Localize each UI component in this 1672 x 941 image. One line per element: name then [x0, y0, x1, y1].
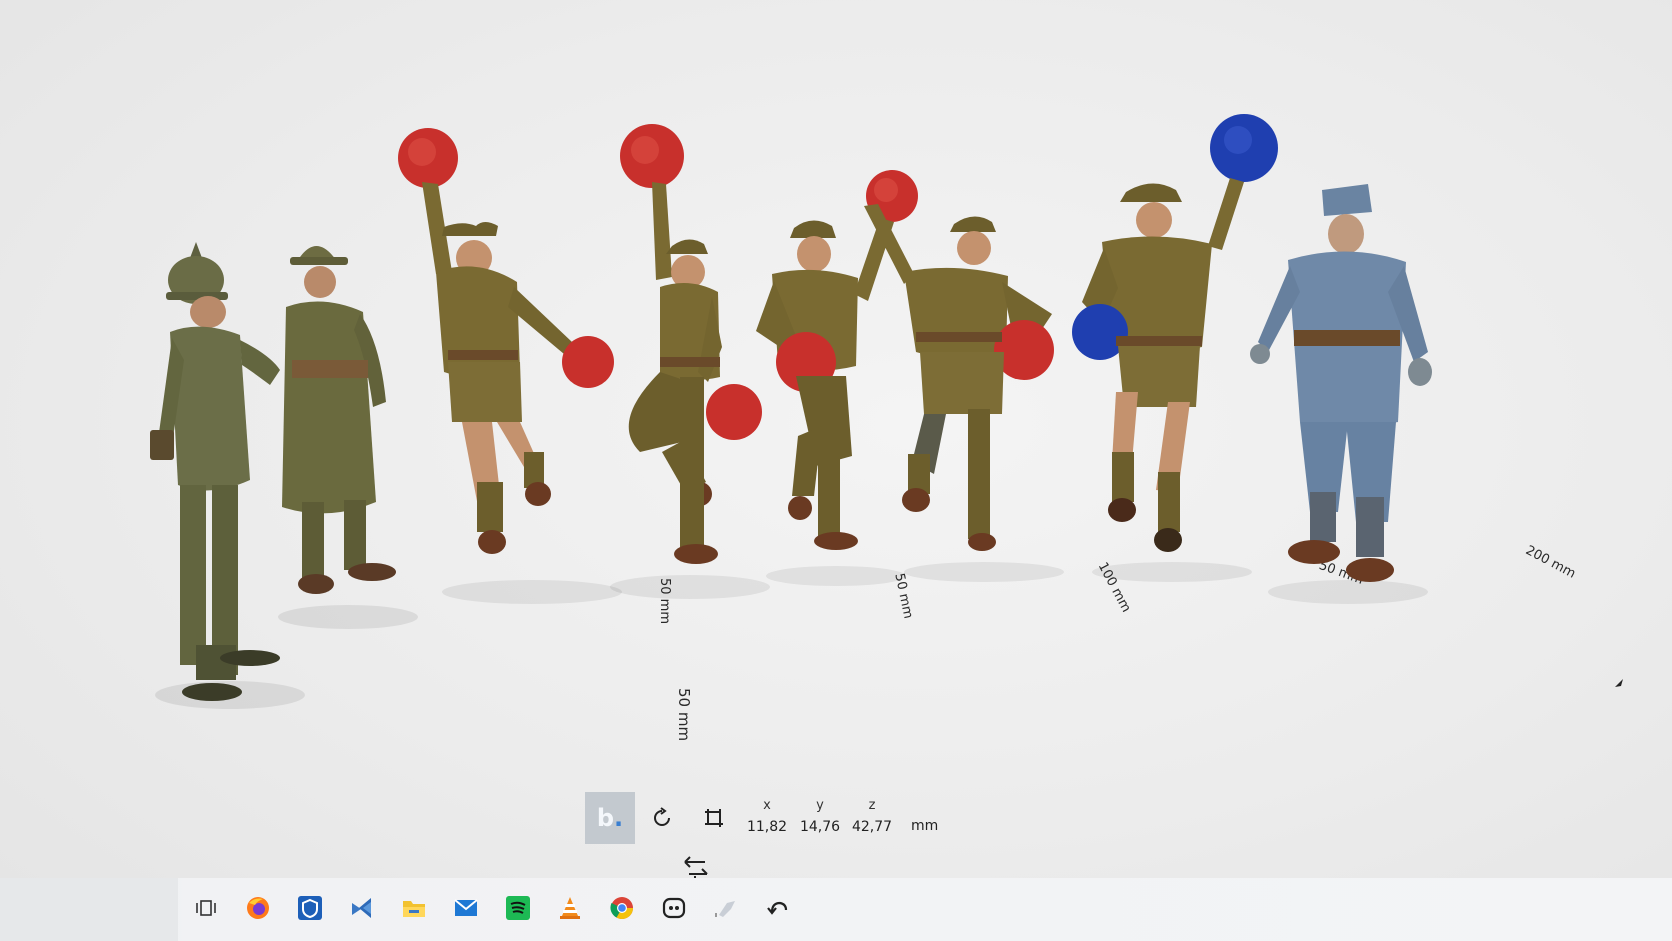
mail-icon[interactable]: [448, 890, 484, 926]
game-app-icon[interactable]: [656, 890, 692, 926]
undo-arrow-icon[interactable]: [760, 890, 796, 926]
3d-viewport[interactable]: 50 mm 50 mm 100 mm 200 mm 50 mm 50 mm b.…: [0, 0, 1672, 941]
file-explorer-icon[interactable]: [396, 890, 432, 926]
blue-uniform-soldier-figure[interactable]: [1238, 182, 1438, 612]
logo-label: b.: [596, 804, 624, 832]
chrome-icon[interactable]: [604, 890, 640, 926]
taskbar: [0, 878, 1672, 941]
dancer-figure-4[interactable]: [864, 204, 1084, 584]
coord-x-field[interactable]: x 11,82: [742, 796, 792, 838]
ruler-label: 50 mm: [675, 688, 693, 742]
coord-axis-label: y: [816, 798, 824, 813]
cursor-icon: [1613, 674, 1625, 693]
dancer-figure-2[interactable]: [600, 122, 770, 602]
scale-icon: [705, 809, 723, 827]
slicer-app-icon[interactable]: [708, 890, 744, 926]
shield-app-icon[interactable]: [292, 890, 328, 926]
vlc-icon[interactable]: [552, 890, 588, 926]
task-view-icon[interactable]: [188, 890, 224, 926]
rotate-icon: [654, 807, 670, 826]
scale-button[interactable]: [689, 792, 739, 844]
coord-y-field[interactable]: y 14,76: [795, 796, 845, 838]
coord-z-field[interactable]: z 42,77: [847, 796, 897, 838]
coord-value[interactable]: 42,77: [847, 816, 897, 838]
coord-axis-label: x: [763, 798, 771, 813]
coord-value[interactable]: 11,82: [742, 816, 792, 838]
rotate-button[interactable]: [637, 792, 687, 844]
coord-value[interactable]: 14,76: [795, 816, 845, 838]
logo-button[interactable]: b.: [585, 792, 635, 844]
firefox-icon[interactable]: [240, 890, 276, 926]
spotify-icon[interactable]: [500, 890, 536, 926]
unit-label: mm: [911, 818, 939, 834]
vs-code-icon[interactable]: [344, 890, 380, 926]
coord-axis-label: z: [868, 798, 876, 813]
ruler-label: 200 mm: [1522, 543, 1578, 582]
taskbar-left-area: [0, 878, 178, 941]
